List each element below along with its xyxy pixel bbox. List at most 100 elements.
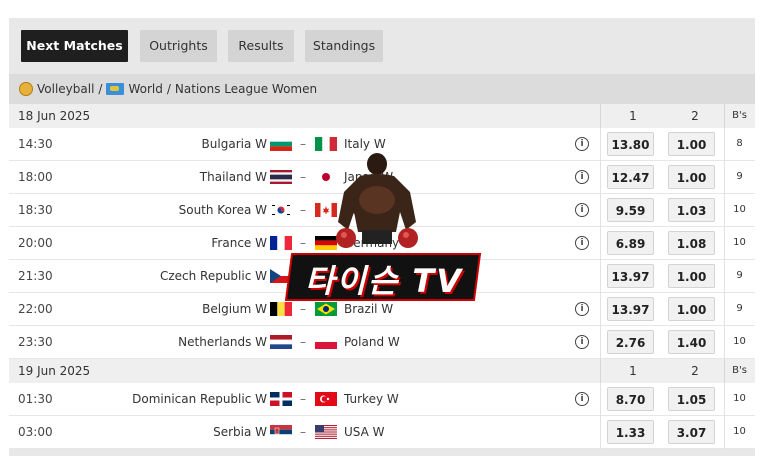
match-time: 20:00 <box>18 236 53 250</box>
away-odds-button[interactable]: 1.08 <box>668 231 715 255</box>
breadcrumb: Volleyball / World / Nations League Wome… <box>9 74 755 104</box>
info-icon[interactable]: i <box>575 203 589 217</box>
away-team[interactable]: Italy W <box>344 137 386 151</box>
vs-dash: – <box>300 137 306 151</box>
home-odds-button[interactable]: 2.76 <box>607 330 654 354</box>
away-odds-button[interactable]: 1.00 <box>668 165 715 189</box>
away-flag-icon <box>315 425 337 439</box>
bookmakers-count: 9 <box>736 303 743 314</box>
match-row[interactable]: 01:30 Dominican Republic W – Turkey W i 8.70 1… <box>9 383 755 416</box>
world-map-icon <box>106 83 125 95</box>
info-icon[interactable]: i <box>575 302 589 316</box>
match-time: 18:30 <box>18 203 53 217</box>
home-team[interactable]: Dominican Republic W <box>132 392 267 406</box>
away-flag-icon <box>315 335 337 349</box>
match-time: 23:30 <box>18 335 53 349</box>
vs-dash: – <box>300 302 306 316</box>
breadcrumb-league[interactable]: Nations League Women <box>175 82 317 96</box>
away-team[interactable]: USA W <box>344 425 385 439</box>
home-odds-button[interactable]: 13.80 <box>607 132 654 156</box>
info-icon[interactable]: i <box>575 170 589 184</box>
away-team[interactable]: Poland W <box>344 335 400 349</box>
home-team[interactable]: Belgium W <box>202 302 267 316</box>
column-header-bookmakers: B's <box>732 110 747 121</box>
away-team[interactable]: Brazil W <box>344 302 393 316</box>
volleyball-icon <box>19 82 33 96</box>
breadcrumb-region[interactable]: World <box>128 82 162 96</box>
tab-results[interactable]: Results <box>228 30 294 62</box>
tab-bar: Next Matches Outrights Results Standings <box>9 18 755 74</box>
home-team[interactable]: Bulgaria W <box>202 137 267 151</box>
away-odds-button[interactable]: 1.03 <box>668 198 715 222</box>
away-flag-icon <box>315 302 337 316</box>
away-odds-button[interactable]: 1.00 <box>668 132 715 156</box>
bookmakers-count: 9 <box>736 171 743 182</box>
bookmakers-count: 10 <box>733 426 746 437</box>
home-team[interactable]: Thailand W <box>200 170 267 184</box>
home-flag-icon <box>270 302 292 316</box>
home-team[interactable]: France W <box>211 236 267 250</box>
bookmakers-count: 8 <box>736 138 743 149</box>
match-time: 22:00 <box>18 302 53 316</box>
bookmakers-count: 9 <box>736 270 743 281</box>
breadcrumb-sport[interactable]: Volleyball <box>37 82 94 96</box>
home-flag-icon <box>270 137 292 151</box>
home-odds-button[interactable]: 13.97 <box>607 297 654 321</box>
home-team[interactable]: Czech Republic W <box>160 269 267 283</box>
away-odds-button[interactable]: 3.07 <box>668 420 715 444</box>
column-header-away-odds: 2 <box>691 109 699 123</box>
info-icon[interactable]: i <box>575 335 589 349</box>
breadcrumb-separator: / <box>166 82 171 96</box>
bookmakers-count: 10 <box>733 336 746 347</box>
vs-dash: – <box>300 392 306 406</box>
away-team[interactable]: Turkey W <box>344 392 399 406</box>
info-icon[interactable]: i <box>575 137 589 151</box>
breadcrumb-separator: / <box>98 82 103 96</box>
away-flag-icon <box>315 392 337 406</box>
column-header-home-odds: 1 <box>629 109 637 123</box>
match-time: 03:00 <box>18 425 53 439</box>
home-flag-icon <box>270 392 292 406</box>
away-odds-button[interactable]: 1.00 <box>668 264 715 288</box>
bookmakers-count: 10 <box>733 393 746 404</box>
away-flag-icon <box>315 137 337 151</box>
home-flag-icon <box>270 425 292 439</box>
date-header: 18 Jun 2025 1 2 B's <box>9 104 755 128</box>
column-header-bookmakers: B's <box>732 365 747 376</box>
home-team[interactable]: Netherlands W <box>178 335 267 349</box>
tyson-tv-logo: 타이슨 TV <box>282 152 482 302</box>
vs-dash: – <box>300 335 306 349</box>
logo-text: 타이슨 TV <box>304 262 464 300</box>
bookmakers-count: 10 <box>733 237 746 248</box>
match-date: 19 Jun 2025 <box>18 364 91 378</box>
away-odds-button[interactable]: 1.40 <box>668 330 715 354</box>
match-time: 18:00 <box>18 170 53 184</box>
match-row[interactable]: 23:30 Netherlands W – Poland W i 2.76 1.40 10 <box>9 326 755 359</box>
home-odds-button[interactable]: 1.33 <box>607 420 654 444</box>
home-odds-button[interactable]: 9.59 <box>607 198 654 222</box>
home-odds-button[interactable]: 8.70 <box>607 387 654 411</box>
home-flag-icon <box>270 335 292 349</box>
match-time: 14:30 <box>18 137 53 151</box>
match-row[interactable]: 03:00 Serbia W – USA W 1.33 3.07 10 <box>9 416 755 449</box>
home-odds-button[interactable]: 12.47 <box>607 165 654 189</box>
column-header-away-odds: 2 <box>691 364 699 378</box>
tab-next-matches[interactable]: Next Matches <box>21 30 128 62</box>
match-date: 18 Jun 2025 <box>18 109 91 123</box>
away-odds-button[interactable]: 1.00 <box>668 297 715 321</box>
bookmakers-count: 10 <box>733 204 746 215</box>
tab-outrights[interactable]: Outrights <box>140 30 217 62</box>
tab-standings[interactable]: Standings <box>305 30 383 62</box>
home-team[interactable]: South Korea W <box>179 203 267 217</box>
away-odds-button[interactable]: 1.05 <box>668 387 715 411</box>
info-icon[interactable]: i <box>575 236 589 250</box>
date-header: 19 Jun 2025 1 2 B's <box>9 359 755 383</box>
column-header-home-odds: 1 <box>629 364 637 378</box>
match-time: 01:30 <box>18 392 53 406</box>
home-odds-button[interactable]: 13.97 <box>607 264 654 288</box>
match-time: 21:30 <box>18 269 53 283</box>
home-odds-button[interactable]: 6.89 <box>607 231 654 255</box>
home-team[interactable]: Serbia W <box>213 425 267 439</box>
vs-dash: – <box>300 425 306 439</box>
info-icon[interactable]: i <box>575 392 589 406</box>
